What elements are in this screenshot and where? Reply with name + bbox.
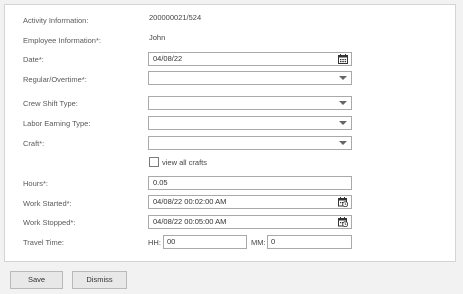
- hours-label: Hours*:: [23, 179, 49, 188]
- calendar-clock-icon[interactable]: [338, 217, 348, 227]
- work-stopped-field[interactable]: 04/08/22 00:05:00 AM: [148, 215, 352, 229]
- chevron-down-icon: [339, 76, 347, 80]
- dismiss-button[interactable]: Dismiss: [72, 271, 127, 289]
- chevron-down-icon: [339, 101, 347, 105]
- hours-input[interactable]: 0.05: [148, 176, 352, 190]
- date-field[interactable]: 04/08/22: [148, 52, 352, 66]
- mm-label: MM:: [251, 238, 266, 247]
- work-started-label: Work Started*:: [23, 199, 72, 208]
- work-stopped-value: 04/08/22 00:05:00 AM: [153, 217, 227, 226]
- regular-overtime-select[interactable]: [148, 71, 352, 85]
- work-started-value: 04/08/22 00:02:00 AM: [153, 197, 227, 206]
- activity-information-label: Activity Information:: [23, 16, 89, 25]
- craft-select[interactable]: [148, 136, 352, 150]
- view-all-crafts-label: view all crafts: [162, 158, 208, 167]
- view-all-crafts-checkbox[interactable]: [149, 157, 159, 167]
- mm-value: 0: [271, 237, 276, 246]
- mm-input[interactable]: 0: [267, 235, 352, 249]
- hh-label: HH:: [148, 238, 161, 247]
- chevron-down-icon: [339, 141, 347, 145]
- chevron-down-icon: [339, 121, 347, 125]
- date-value: 04/08/22: [153, 54, 183, 63]
- hh-input[interactable]: 00: [163, 235, 247, 249]
- calendar-icon[interactable]: [338, 54, 348, 64]
- crew-shift-type-select[interactable]: [148, 96, 352, 110]
- labor-earning-type-select[interactable]: [148, 116, 352, 130]
- labor-earning-type-label: Labor Earning Type:: [23, 119, 91, 128]
- hours-value: 0.05: [153, 178, 168, 187]
- employee-information-value: John: [149, 33, 166, 42]
- hh-value: 00: [167, 237, 176, 246]
- work-started-field[interactable]: 04/08/22 00:02:00 AM: [148, 195, 352, 209]
- save-button[interactable]: Save: [10, 271, 63, 289]
- travel-time-label: Travel Time:: [23, 238, 64, 247]
- employee-information-label: Employee Information*:: [23, 36, 101, 45]
- craft-label: Craft*:: [23, 139, 45, 148]
- crew-shift-type-label: Crew Shift Type:: [23, 99, 78, 108]
- regular-overtime-label: Regular/Overtime*:: [23, 75, 87, 84]
- calendar-clock-icon[interactable]: [338, 197, 348, 207]
- activity-information-value: 200000021/524: [149, 13, 202, 22]
- date-label: Date*:: [23, 55, 44, 64]
- work-stopped-label: Work Stopped*:: [23, 218, 76, 227]
